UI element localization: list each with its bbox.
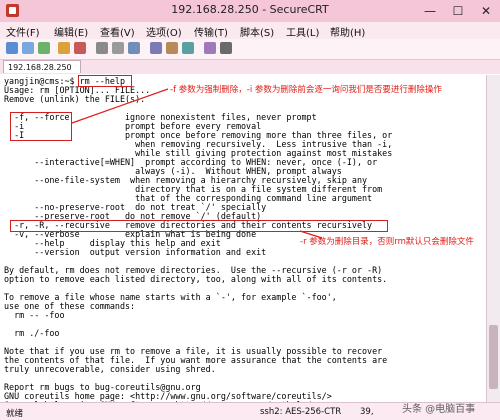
close-button[interactable]: ✕	[472, 0, 500, 22]
force-arrow	[71, 88, 169, 124]
menu-tools[interactable]: 工具(L)	[286, 24, 319, 39]
sftp-icon[interactable]	[182, 42, 194, 54]
minimize-button[interactable]: —	[416, 0, 444, 22]
help-icon[interactable]	[220, 42, 232, 54]
menu-file[interactable]: 文件(F)	[6, 24, 40, 39]
menu-transfer[interactable]: 传输(T)	[194, 24, 228, 39]
terminal-output[interactable]: yangjin@cms:~$ rm --help Usage: rm [OPTIO…	[0, 75, 486, 402]
scrollbar-thumb[interactable]	[489, 325, 498, 389]
recursive-arrow	[299, 230, 323, 239]
toolbar	[0, 39, 500, 60]
menu-options[interactable]: 选项(O)	[146, 24, 182, 39]
tab-strip: 192.168.28.250	[0, 60, 500, 74]
keymap-icon[interactable]	[204, 42, 216, 54]
tab-session[interactable]: 192.168.28.250	[3, 60, 81, 73]
copy-icon[interactable]	[96, 42, 108, 54]
reconnect-icon[interactable]	[58, 42, 70, 54]
annotation-arrows	[71, 88, 323, 239]
menu-help[interactable]: 帮助(H)	[330, 24, 365, 39]
find-icon[interactable]	[128, 42, 140, 54]
status-cipher: ssh2: AES-256-CTR	[260, 407, 342, 417]
menu-edit[interactable]: 编辑(E)	[54, 24, 88, 39]
disconnect-icon[interactable]	[74, 42, 86, 54]
quick-connect-icon[interactable]	[22, 42, 34, 54]
menu-bar: 文件(F) 编辑(E) 查看(V) 选项(O) 传输(T) 脚本(S) 工具(L…	[0, 22, 500, 39]
maximize-button[interactable]: ☐	[444, 0, 472, 22]
vertical-scrollbar[interactable]	[486, 75, 500, 402]
connect-tab-icon[interactable]	[38, 42, 50, 54]
title-bar: 192.168.28.250 - SecureCRT — ☐ ✕	[0, 0, 500, 23]
print-icon[interactable]	[150, 42, 162, 54]
session-options-icon[interactable]	[166, 42, 178, 54]
menu-script[interactable]: 脚本(S)	[240, 24, 274, 39]
connect-icon[interactable]	[6, 42, 18, 54]
status-row: 39,	[360, 407, 374, 417]
paste-icon[interactable]	[112, 42, 124, 54]
securecrt-window: 192.168.28.250 - SecureCRT — ☐ ✕ 文件(F) 编…	[0, 0, 500, 420]
menu-view[interactable]: 查看(V)	[100, 24, 135, 39]
watermark: 头条 @电脑百事	[402, 404, 476, 415]
status-ready: 就绪	[6, 409, 24, 419]
